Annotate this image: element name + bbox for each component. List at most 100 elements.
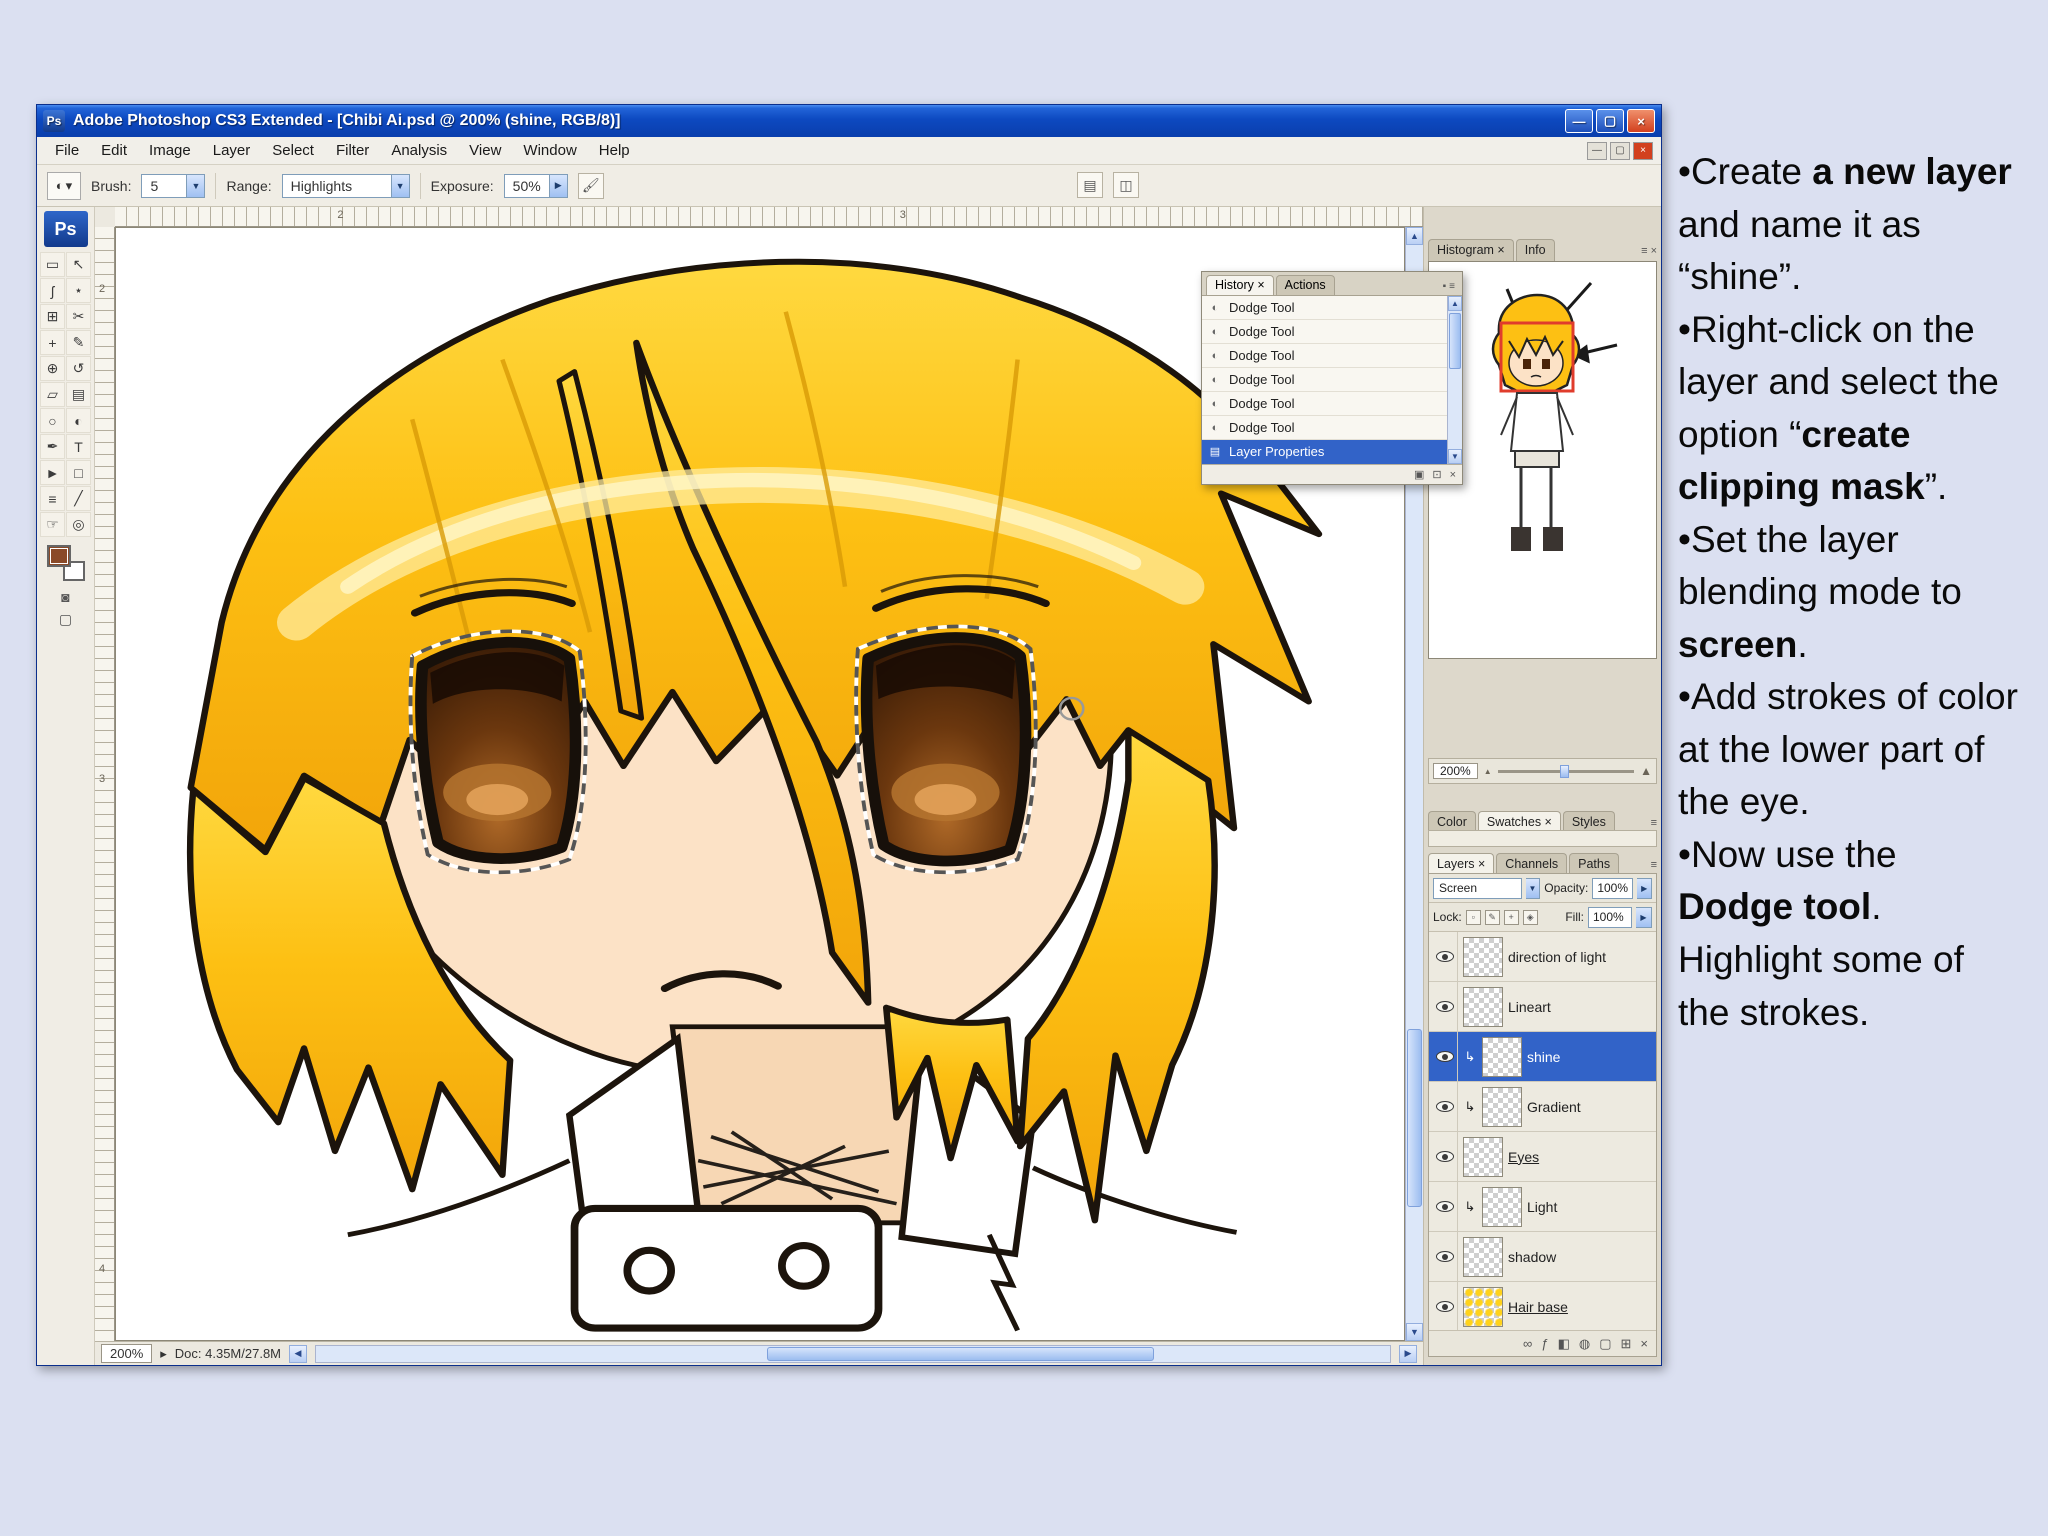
layer-row-gradient[interactable]: ↳ Gradient: [1429, 1082, 1656, 1132]
layer-row-lineart[interactable]: Lineart: [1429, 982, 1656, 1032]
layer-name[interactable]: direction of light: [1508, 949, 1606, 965]
layer-row-shadow[interactable]: shadow: [1429, 1232, 1656, 1282]
close-button[interactable]: ×: [1627, 109, 1655, 133]
scroll-right-icon[interactable]: ▶: [1399, 1344, 1417, 1363]
airbrush-toggle-icon[interactable]: 🖌︎: [577, 172, 604, 199]
tab-actions[interactable]: Actions: [1275, 275, 1335, 295]
move-tool-icon[interactable]: ↖: [66, 252, 91, 277]
foreground-color-swatch[interactable]: [46, 545, 71, 567]
layer-visibility-toggle[interactable]: [1432, 932, 1458, 981]
history-brush-tool-icon[interactable]: ↺: [66, 356, 91, 381]
brush-dropdown-button[interactable]: ▼: [187, 173, 206, 198]
navigator-preview[interactable]: [1439, 270, 1639, 600]
history-step[interactable]: ◐ Dodge Tool: [1202, 392, 1447, 416]
zoom-out-icon[interactable]: ▲: [1484, 767, 1492, 776]
new-layer-icon[interactable]: ⊞: [1621, 1336, 1632, 1352]
scroll-left-icon[interactable]: ◀: [289, 1344, 307, 1363]
doc-restore-button[interactable]: ▢: [1610, 141, 1630, 160]
layer-visibility-toggle[interactable]: [1432, 1132, 1458, 1181]
layer-thumbnail[interactable]: [1482, 1186, 1522, 1227]
tab-layers[interactable]: Layers ×: [1428, 853, 1495, 875]
layer-thumbnail[interactable]: [1463, 1136, 1503, 1177]
menu-select[interactable]: Select: [262, 139, 324, 162]
scroll-down-icon[interactable]: ▼: [1406, 1323, 1423, 1341]
lock-pixels-icon[interactable]: ✎: [1484, 909, 1500, 925]
eyedropper-tool-icon[interactable]: ╱: [66, 486, 91, 511]
brush-tool-icon[interactable]: ✎: [66, 330, 91, 355]
layer-name[interactable]: Eyes: [1508, 1149, 1539, 1165]
tab-channels[interactable]: Channels: [1496, 853, 1568, 875]
menu-filter[interactable]: Filter: [326, 139, 379, 162]
tab-info[interactable]: Info: [1515, 239, 1555, 261]
minimize-button[interactable]: —: [1565, 109, 1593, 133]
hand-tool-icon[interactable]: ☞: [40, 512, 65, 537]
menu-file[interactable]: File: [45, 139, 89, 162]
scroll-up-icon[interactable]: ▲: [1406, 227, 1423, 245]
panel-menu-icon[interactable]: ▪≡: [1443, 281, 1458, 295]
scroll-down-icon[interactable]: ▼: [1448, 449, 1462, 464]
clone-stamp-tool-icon[interactable]: ⊕: [40, 356, 65, 381]
active-tool-preset[interactable]: ◐ ▾: [47, 171, 81, 200]
dodge-tool-icon[interactable]: ◐: [66, 408, 91, 433]
pen-tool-icon[interactable]: ✒: [40, 434, 65, 459]
layer-visibility-toggle[interactable]: [1432, 1232, 1458, 1281]
layer-row-light[interactable]: ↳ Light: [1429, 1182, 1656, 1232]
window-titlebar[interactable]: Ps Adobe Photoshop CS3 Extended - [Chibi…: [37, 105, 1661, 137]
type-tool-icon[interactable]: T: [66, 434, 91, 459]
history-step[interactable]: ◐ Dodge Tool: [1202, 296, 1447, 320]
scroll-up-icon[interactable]: ▲: [1448, 296, 1462, 311]
history-scrollbar[interactable]: ▲ ▼: [1447, 296, 1462, 464]
new-snapshot-icon[interactable]: ⊡: [1432, 468, 1441, 481]
history-scroll-thumb[interactable]: [1449, 313, 1461, 369]
blur-tool-icon[interactable]: ○: [40, 408, 65, 433]
exposure-dropdown-button[interactable]: ▶: [549, 173, 568, 198]
range-dropdown-button[interactable]: ▼: [391, 173, 410, 198]
panel-menu-icon[interactable]: ≡ ×: [1641, 245, 1657, 261]
magic-wand-tool-icon[interactable]: ⋆: [66, 278, 91, 303]
navigator-zoom-slider[interactable]: [1497, 764, 1635, 778]
zoom-level-field[interactable]: 200%: [101, 1344, 153, 1363]
slice-tool-icon[interactable]: ✂: [66, 304, 91, 329]
healing-brush-tool-icon[interactable]: +: [40, 330, 65, 355]
layer-thumbnail[interactable]: [1463, 1236, 1503, 1277]
new-document-from-state-icon[interactable]: ▣: [1414, 468, 1424, 481]
layer-row-hair-base[interactable]: Hair base: [1429, 1282, 1656, 1330]
history-step-selected[interactable]: ▤ Layer Properties: [1202, 440, 1447, 464]
lock-all-icon[interactable]: ◈: [1522, 909, 1538, 925]
lock-transparency-icon[interactable]: ▫: [1465, 909, 1481, 925]
layer-thumbnail[interactable]: [1463, 936, 1503, 977]
horizontal-scroll-thumb[interactable]: [767, 1346, 1154, 1361]
opacity-field[interactable]: 100%: [1592, 877, 1634, 899]
file-info-icon[interactable]: ▤: [1077, 172, 1103, 198]
menu-help[interactable]: Help: [589, 139, 640, 162]
lock-position-icon[interactable]: +: [1503, 909, 1519, 925]
lasso-tool-icon[interactable]: ʃ: [40, 278, 65, 303]
layer-thumbnail[interactable]: [1463, 986, 1503, 1027]
tab-history[interactable]: History ×: [1206, 275, 1274, 295]
horizontal-scrollbar[interactable]: [315, 1344, 1391, 1363]
doc-minimize-button[interactable]: —: [1587, 141, 1607, 160]
layer-visibility-toggle[interactable]: [1432, 1282, 1458, 1330]
bridge-icon[interactable]: ◫: [1113, 172, 1139, 198]
layer-thumbnail[interactable]: [1482, 1086, 1522, 1127]
ps-logo[interactable]: Ps: [43, 211, 88, 247]
delete-layer-icon[interactable]: ×: [1640, 1336, 1648, 1351]
crop-tool-icon[interactable]: ⊞: [40, 304, 65, 329]
layer-visibility-toggle[interactable]: [1432, 1032, 1458, 1081]
menu-analysis[interactable]: Analysis: [381, 139, 457, 162]
zoom-tool-icon[interactable]: ◎: [66, 512, 91, 537]
layer-name[interactable]: shadow: [1508, 1249, 1556, 1265]
adjustment-layer-icon[interactable]: ◍: [1579, 1336, 1590, 1352]
layer-name[interactable]: Gradient: [1527, 1099, 1581, 1115]
layer-name[interactable]: Hair base: [1508, 1299, 1568, 1315]
zoom-slider-thumb[interactable]: [1560, 764, 1570, 778]
layer-thumbnail[interactable]: [1482, 1036, 1522, 1077]
eraser-tool-icon[interactable]: ▱: [40, 382, 65, 407]
layer-name[interactable]: Light: [1527, 1199, 1557, 1215]
opacity-slider-icon[interactable]: ▶: [1637, 877, 1653, 899]
menu-view[interactable]: View: [459, 139, 511, 162]
layer-name[interactable]: Lineart: [1508, 999, 1551, 1015]
marquee-tool-icon[interactable]: ▭: [40, 252, 65, 277]
layer-thumbnail[interactable]: [1463, 1286, 1503, 1327]
restore-button[interactable]: ▢: [1596, 109, 1624, 133]
